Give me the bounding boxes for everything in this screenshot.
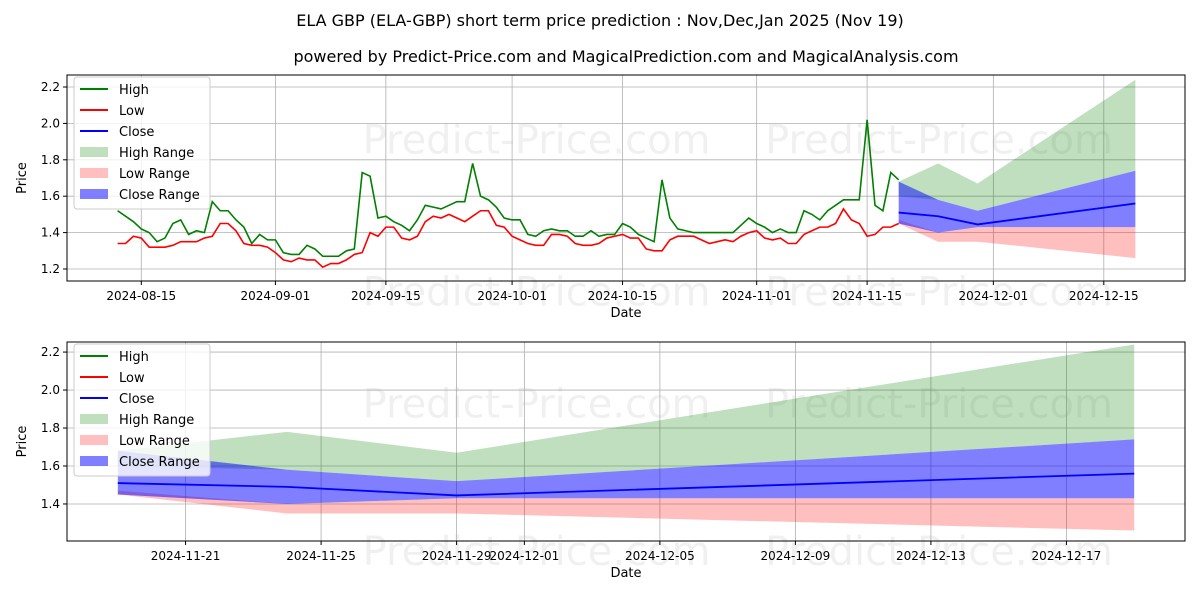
x-tick-label: 2024-12-01 xyxy=(958,289,1028,303)
x-tick-label: 2024-11-25 xyxy=(286,549,356,563)
y-axis-label: Price xyxy=(15,162,30,194)
x-tick-label: 2024-10-01 xyxy=(477,289,547,303)
legend-swatch-high-range xyxy=(80,147,108,157)
top-chart: Predict-Price.com Predict-Price.comPredic… xyxy=(15,74,1186,321)
y-tick-label: 1.8 xyxy=(41,421,60,435)
legend-label-high-range: High Range xyxy=(119,146,194,161)
y-tick-label: 2.2 xyxy=(41,80,60,94)
x-tick-label: 2024-12-09 xyxy=(761,549,831,563)
figure: ELA GBP (ELA-GBP) short term price predi… xyxy=(15,11,1186,581)
x-tick-label: 2024-09-15 xyxy=(351,289,421,303)
legend-label-close: Close xyxy=(119,125,154,140)
x-tick-label: 2024-12-05 xyxy=(625,549,695,563)
legend-label-low: Low xyxy=(119,104,145,119)
legend-label-close: Close xyxy=(119,392,154,407)
x-tick-label: 2024-10-15 xyxy=(588,289,658,303)
watermark: Predict-Price.com xyxy=(765,270,1113,316)
y-tick-label: 2.2 xyxy=(41,345,60,359)
y-tick-label: 1.6 xyxy=(41,189,60,203)
chart-subtitle: powered by Predict-Price.com and Magical… xyxy=(293,47,958,66)
x-tick-label: 2024-11-15 xyxy=(832,289,902,303)
x-axis-label: Date xyxy=(610,306,641,321)
x-tick-label: 2024-11-29 xyxy=(422,549,492,563)
legend-label-low-range: Low Range xyxy=(119,434,190,449)
y-tick-label: 1.4 xyxy=(41,497,60,511)
y-tick-label: 2.0 xyxy=(41,383,60,397)
x-axis-label: Date xyxy=(610,566,641,581)
x-tick-label: 2024-12-13 xyxy=(896,549,966,563)
legend-swatch-low-range xyxy=(80,435,108,445)
chart-title: ELA GBP (ELA-GBP) short term price predi… xyxy=(296,11,904,30)
y-tick-label: 1.4 xyxy=(41,226,60,240)
bottom-chart: Predict-Price.com Predict-Price.comPredic… xyxy=(15,341,1186,581)
legend-swatch-low-range xyxy=(80,168,108,178)
y-tick-label: 1.6 xyxy=(41,459,60,473)
legend-swatch-close-range xyxy=(80,189,108,199)
watermark: Predict-Price.com xyxy=(363,117,711,163)
x-tick-label: 2024-11-01 xyxy=(722,289,792,303)
y-tick-label: 2.0 xyxy=(41,116,60,130)
legend-label-low: Low xyxy=(119,371,145,386)
y-axis-label: Price xyxy=(15,426,30,458)
legend: High Low Close High Range Low Range Close Ran… xyxy=(73,343,211,477)
x-tick-label: 2024-12-15 xyxy=(1069,289,1139,303)
x-tick-label: 2024-12-01 xyxy=(489,549,559,563)
y-tick-label: 1.2 xyxy=(41,262,60,276)
legend-label-close-range: Close Range xyxy=(119,188,200,203)
x-tick-label: 2024-11-21 xyxy=(151,549,221,563)
legend-label-low-range: Low Range xyxy=(119,167,190,182)
x-tick-label: 2024-08-15 xyxy=(106,289,176,303)
x-tick-label: 2024-09-01 xyxy=(241,289,311,303)
legend-label-high: High xyxy=(119,83,149,98)
legend-swatch-high-range xyxy=(80,414,108,424)
legend-label-close-range: Close Range xyxy=(119,455,200,470)
x-tick-label: 2024-12-17 xyxy=(1032,549,1102,563)
legend-swatch-close-range xyxy=(80,456,108,466)
y-tick-label: 1.8 xyxy=(41,153,60,167)
legend-label-high-range: High Range xyxy=(119,413,194,428)
legend: High Low Close High Range Low Range Close Ran… xyxy=(73,76,211,210)
legend-label-high: High xyxy=(119,350,149,365)
